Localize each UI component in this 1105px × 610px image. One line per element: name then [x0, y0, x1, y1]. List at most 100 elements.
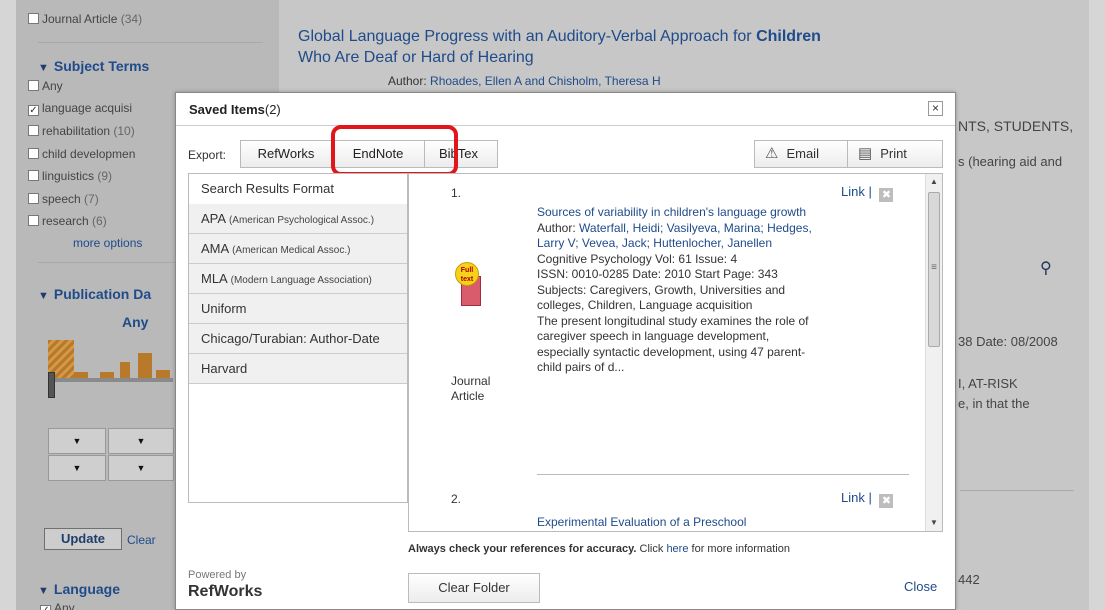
powered-by-label: Powered by — [188, 569, 247, 581]
more-options-link[interactable]: more options — [73, 236, 142, 250]
snippet-text: 442 — [958, 572, 980, 587]
checkbox[interactable] — [28, 193, 39, 204]
close-link[interactable]: Close — [904, 579, 937, 594]
checkbox[interactable] — [28, 13, 39, 24]
result-subjects: Subjects: Caregivers, Growth, Universiti… — [537, 282, 786, 313]
collapse-triangle-icon: ▼ — [38, 290, 49, 302]
collapse-triangle-icon: ▼ — [38, 62, 49, 74]
format-mla[interactable]: MLA (Modern Language Association) — [189, 264, 407, 294]
result-type: Journal Article — [451, 374, 491, 403]
histogram-bar — [120, 362, 130, 378]
result-link[interactable]: Link | ✖ — [841, 490, 894, 508]
date-select-dropdown-icon[interactable]: ▼ — [108, 455, 174, 481]
result-title-link[interactable]: Experimental Evaluation of a Preschool — [537, 515, 746, 529]
divider — [176, 125, 955, 126]
snippet-text: I, AT-RISK — [958, 376, 1018, 391]
dialog-title: Saved Items(2) — [189, 102, 281, 117]
page-left-edge — [0, 0, 16, 610]
publication-date-heading[interactable]: ▼ Publication Da — [38, 286, 151, 302]
checkbox[interactable] — [28, 170, 39, 181]
clear-link[interactable]: Clear — [127, 533, 156, 547]
saved-items-dialog: Saved Items(2) × Export: RefWorks EndNot… — [175, 92, 956, 610]
email-icon: ⚠ — [765, 145, 779, 162]
format-uniform[interactable]: Uniform — [189, 294, 407, 324]
date-slider-track[interactable] — [48, 378, 173, 382]
accuracy-note: Always check your references for accurac… — [408, 543, 790, 555]
format-chicago[interactable]: Chicago/Turabian: Author-Date — [189, 324, 407, 354]
language-heading[interactable]: ▼ Language — [38, 581, 120, 597]
print-button[interactable]: ▤ Print — [847, 140, 943, 168]
scroll-up-icon[interactable]: ▲ — [926, 174, 942, 190]
scroll-down-icon[interactable]: ▼ — [926, 515, 942, 531]
subject-terms-heading[interactable]: ▼ Subject Terms — [38, 58, 149, 74]
close-icon[interactable]: × — [928, 101, 943, 116]
result-details: Sources of variability in children's lan… — [537, 205, 822, 376]
refworks-logo: RefWorks — [188, 583, 263, 600]
format-apa[interactable]: APA (American Psychological Assoc.) — [189, 204, 407, 234]
export-refworks-button[interactable]: RefWorks — [240, 140, 332, 168]
date-select-dropdown-icon[interactable]: ▼ — [48, 428, 106, 454]
histogram-bar — [138, 353, 152, 378]
scroll-thumb[interactable]: ≡ — [928, 192, 940, 347]
here-link[interactable]: here — [666, 543, 688, 555]
checkbox[interactable] — [28, 105, 39, 116]
filter-subject-child-development[interactable]: child developmen — [28, 147, 135, 161]
scrollbar[interactable]: ▲ ≡ ▼ — [925, 174, 942, 531]
snippet-text: NTS, STUDENTS, — [958, 118, 1074, 134]
date-select-dropdown-icon[interactable]: ▼ — [108, 428, 174, 454]
checkbox[interactable] — [28, 215, 39, 226]
filter-subject-speech[interactable]: speech (7) — [28, 192, 99, 206]
checkbox[interactable] — [28, 148, 39, 159]
result-abstract: The present longitudinal study examines … — [537, 313, 809, 375]
checkbox[interactable] — [28, 125, 39, 136]
email-button[interactable]: ⚠ Email — [754, 140, 848, 168]
result-title-link[interactable]: Sources of variability in children's lan… — [537, 205, 822, 221]
divider — [537, 474, 909, 475]
full-text-badge: Full text — [455, 262, 479, 286]
filter-subject-rehabilitation[interactable]: rehabilitation (10) — [28, 124, 135, 138]
result-number: 1. — [451, 186, 462, 200]
result-author: Author: Rhoades, Ellen A and Chisholm, T… — [388, 74, 661, 88]
clear-folder-button[interactable]: Clear Folder — [408, 573, 540, 603]
remove-item-icon[interactable]: ✖ — [879, 494, 894, 508]
remove-item-icon[interactable]: ✖ — [879, 188, 894, 202]
result-number: 2. — [451, 492, 462, 506]
result-issn: ISSN: 0010-0285 Date: 2010 Start Page: 3… — [537, 267, 778, 281]
filter-subject-language-acquisition[interactable]: language acquisi — [28, 101, 132, 116]
divider — [960, 490, 1074, 491]
date-slider-handle[interactable] — [48, 372, 55, 398]
format-harvard[interactable]: Harvard — [189, 354, 407, 384]
citation-format-list: Search Results Format APA (American Psyc… — [188, 173, 408, 503]
result-source: Cognitive Psychology Vol: 61 Issue: 4 — [537, 251, 738, 266]
checkbox[interactable] — [40, 605, 51, 610]
result-authors: Author: Waterfall, Heidi; Vasilyeva, Mar… — [537, 220, 812, 251]
result-link[interactable]: Link | ✖ — [841, 184, 894, 202]
filter-subject-research[interactable]: research (6) — [28, 214, 107, 228]
snippet-text: e, in that the — [958, 396, 1030, 411]
date-select-dropdown-icon[interactable]: ▼ — [48, 455, 106, 481]
saved-results-pane: 1. Link | ✖ Full text Journal Article So… — [408, 173, 943, 532]
full-text-icon[interactable]: Full text — [455, 262, 483, 308]
export-label: Export: — [188, 148, 227, 162]
glasses-icon[interactable]: ⚲ — [1040, 258, 1052, 278]
checkbox[interactable] — [28, 80, 39, 91]
highlight-annotation — [331, 125, 458, 176]
format-ama[interactable]: AMA (American Medical Assoc.) — [189, 234, 407, 264]
divider — [38, 42, 263, 43]
page-right-edge — [1089, 0, 1105, 610]
snippet-text: 38 Date: 08/2008 — [958, 334, 1058, 349]
snippet-text: s (hearing aid and — [958, 154, 1063, 169]
format-search-results[interactable]: Search Results Format — [189, 174, 407, 204]
result-title[interactable]: Global Language Progress with an Auditor… — [298, 28, 821, 46]
result-title-line2[interactable]: Who Are Deaf or Hard of Hearing — [298, 49, 534, 67]
publication-date-value: Any — [122, 314, 149, 330]
filter-journal-article[interactable]: Journal Article (34) — [28, 12, 142, 26]
printer-icon: ▤ — [858, 145, 873, 162]
author-link[interactable]: Rhoades, Ellen A and Chisholm, Theresa H — [430, 74, 661, 88]
update-button[interactable]: Update — [44, 528, 122, 550]
filter-subject-linguistics[interactable]: linguistics (9) — [28, 169, 112, 183]
collapse-triangle-icon: ▼ — [38, 585, 49, 597]
filter-subject-any[interactable]: Any — [28, 79, 63, 93]
filter-language-any[interactable]: Any — [40, 601, 75, 610]
histogram-bar — [156, 370, 170, 378]
